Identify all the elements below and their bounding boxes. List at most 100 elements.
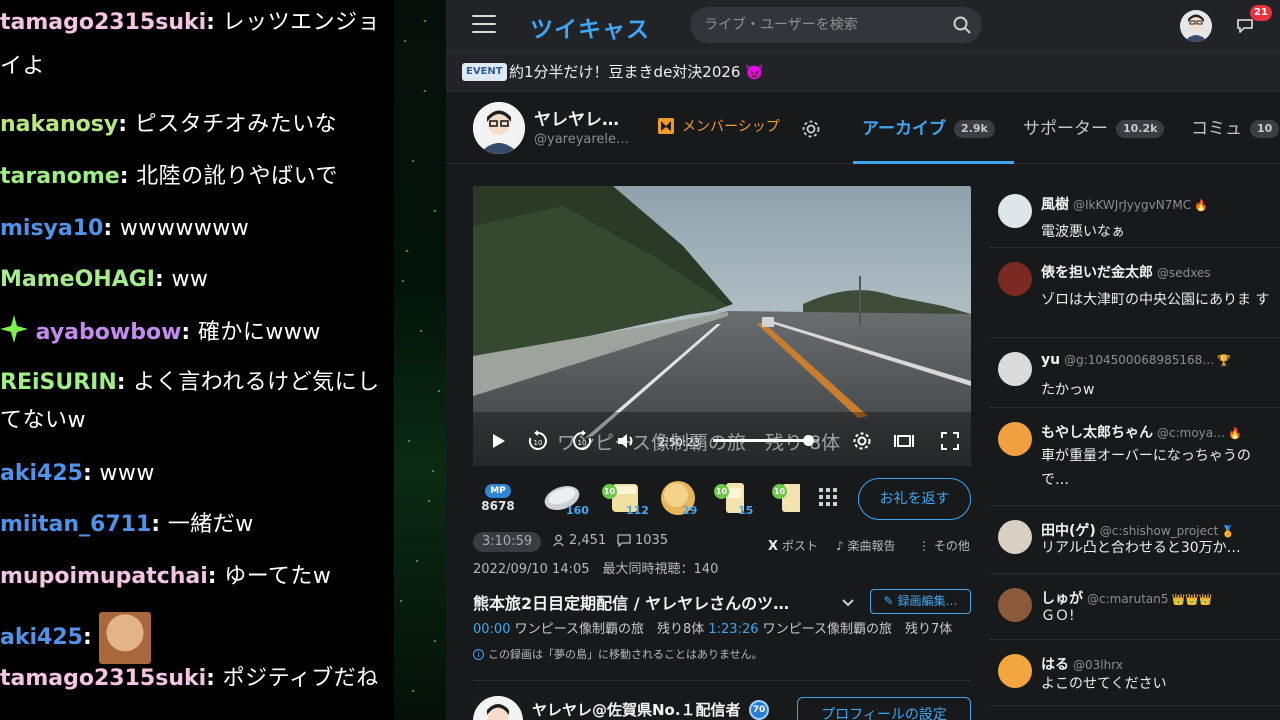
edit-recording-button[interactable]: ✎ 録画編集… (870, 589, 971, 614)
site-logo[interactable]: ツイキャス (530, 10, 650, 44)
comment-handle: @sedxes (1157, 266, 1211, 280)
starfield-background (394, 0, 446, 720)
hamburger-menu-icon[interactable] (472, 15, 496, 35)
overlay-chat-line: miitan_6711: 一緒だw (0, 512, 254, 537)
overlay-username: taranome (0, 164, 120, 189)
comment-avatar[interactable] (998, 262, 1032, 296)
user-handle: @yareyarele… (534, 132, 630, 147)
comment-author[interactable]: 俵を担いだ金太郎 @sedxes (1041, 262, 1211, 282)
comment-item[interactable]: はる @03lhrx よこのせてください (989, 640, 1280, 706)
tab-count: 10 (1250, 120, 1280, 138)
owner-avatar[interactable] (473, 696, 523, 720)
comment-author[interactable]: もやし太郎ちゃん @c:moya… 🔥 (1041, 422, 1242, 442)
play-icon[interactable] (487, 430, 509, 452)
mp-value: 8678 (481, 499, 515, 513)
comment-avatar[interactable] (998, 422, 1032, 456)
comment-author[interactable]: yu @g:104500068985168… 🏆 (1041, 352, 1231, 368)
event-banner[interactable]: EVENT 約1分半だけ！豆まきde対決2026 👿 (446, 52, 1280, 92)
video-player[interactable]: ワンピース像制覇の旅 残り 8体 10 10 2:50:23 (473, 186, 971, 466)
search-box[interactable] (690, 7, 982, 43)
forward-10-icon[interactable]: 10 (571, 430, 593, 452)
membership-button[interactable]: メンバーシップ (656, 116, 780, 136)
comment-avatar[interactable] (998, 194, 1032, 228)
overlay-message: wwwwwww (119, 216, 250, 241)
overlay-username: aki425 (0, 625, 83, 650)
return-thanks-button[interactable]: お礼を返す (858, 478, 971, 520)
grid-menu-icon[interactable] (818, 487, 838, 507)
stream-title[interactable]: 熊本旅2日目定期配信 / ヤレヤレさんのツ… (473, 590, 823, 614)
x-icon: X (768, 539, 779, 554)
star-dot (432, 470, 434, 472)
chapter-time[interactable]: 00:00 (473, 622, 510, 637)
settings-icon[interactable] (851, 430, 873, 452)
profile-settings-button[interactable]: プロフィールの設定 (797, 697, 971, 720)
more-vertical-icon: ⋮ (918, 539, 930, 553)
rewind-10-icon[interactable]: 10 (527, 430, 549, 452)
comment-text: 電波悪いなぁ (1041, 224, 1125, 240)
chevron-down-icon[interactable] (840, 594, 856, 610)
stream-chat-overlay: tamago2315suki: レッツエンジョ イよ nakanosy: ピスタチオ… (0, 0, 394, 720)
mp-label: MP (485, 484, 511, 498)
star-dot (408, 440, 410, 442)
sparkle-icon (0, 315, 28, 343)
progress-bar[interactable] (713, 435, 819, 446)
comment-author[interactable]: 風樹 @IkKWJrJyygvN7MC 🔥 (1041, 194, 1208, 214)
comment-avatar[interactable] (998, 588, 1032, 622)
gift-partial[interactable]: 10 (772, 478, 800, 518)
comment-author[interactable]: はる @03lhrx (1041, 654, 1123, 674)
theater-mode-icon[interactable] (893, 430, 915, 452)
search-input[interactable] (704, 15, 944, 35)
comment-item[interactable]: 田中(ゲ)@c:shishow_project🏅 (989, 706, 1280, 720)
tab-count: 10.2k (1116, 120, 1165, 138)
comment-text: よこのせてください (1041, 676, 1167, 692)
person-icon (553, 534, 564, 547)
overlay-username: miitan_6711 (0, 512, 152, 537)
comment-item[interactable]: 俵を担いだ金太郎 @sedxes ゾロは大津町の中央公園にありま す (989, 248, 1280, 338)
overlay-chat-line: misya10: wwwwwww (0, 216, 250, 241)
comment-item[interactable]: 風樹 @IkKWJrJyygvN7MC 🔥 電波悪いなぁ (989, 180, 1280, 248)
user-name[interactable]: ヤレヤレ… (534, 105, 619, 130)
comment-item[interactable]: もやし太郎ちゃん @c:moya… 🔥 車が重量オーバーになっちゃうの で… (989, 408, 1280, 506)
comment-avatar[interactable] (998, 520, 1032, 554)
owner-name[interactable]: ヤレヤレ@佐賀県No.１配信者 (532, 699, 741, 720)
comment-text: たかっw (1041, 382, 1095, 398)
top-bar: ツイキャス 21 (446, 0, 1280, 52)
gear-icon[interactable] (800, 118, 822, 140)
star-dot (420, 330, 422, 332)
star-dot (434, 640, 436, 642)
search-icon[interactable] (952, 15, 972, 35)
overlay-chat-line: ayabowbow: 確かにwww (0, 315, 394, 349)
comment-avatar[interactable] (998, 654, 1032, 688)
overlay-message: ww (171, 267, 209, 292)
song-report-link[interactable]: ♪ 楽曲報告 (836, 537, 896, 554)
gift-senbei[interactable]: 29 (658, 478, 702, 518)
broadcast-date: 2022/09/10 14:05 最大同時視聴：140 (473, 562, 719, 577)
user-header: ヤレヤレ… @yareyarele… メンバーシップ アーカイブ 2.9k サポー… (446, 92, 1280, 164)
tab-supporters[interactable]: サポーター 10.2k (1023, 114, 1165, 139)
active-tab-indicator (853, 161, 1014, 164)
overlay-message: 確かにwww (197, 320, 321, 345)
gift-tea-cup[interactable]: 10 112 (602, 478, 649, 518)
overlay-username: MameOHAGI (0, 267, 155, 292)
gift-rice-cracker[interactable]: 160 (542, 478, 589, 518)
overlay-message: ゆーてたw (224, 564, 332, 589)
more-link[interactable]: ⋮ その他 (918, 537, 970, 554)
comment-item[interactable]: しゅが @c:marutan5 👑👑👑 ＧＯ! (989, 574, 1280, 640)
chapter-time[interactable]: 1:23:26 (708, 622, 758, 637)
account-avatar[interactable] (1180, 10, 1212, 42)
tab-archive[interactable]: アーカイブ 2.9k (862, 114, 995, 139)
comment-avatar[interactable] (998, 352, 1032, 386)
event-text[interactable]: 約1分半だけ！豆まきde対決2026 👿 (509, 61, 764, 82)
user-avatar[interactable] (473, 102, 525, 154)
share-x-link[interactable]: X ポスト (768, 537, 818, 554)
event-tag: EVENT (462, 63, 507, 81)
tab-community[interactable]: コミュ 10 (1191, 114, 1280, 139)
chapter-list: 00:00 ワンピース像制覇の旅 残り8体 1:23:26 ワンピース像制覇の旅… (473, 618, 971, 637)
overlay-message: イよ (0, 54, 46, 79)
volume-icon[interactable] (615, 430, 637, 452)
gift-juice[interactable]: 10 15 (714, 478, 758, 518)
comment-item[interactable]: 田中(ゲ) @c:shishow_project 🏅 リアル凸と合わせると30万か… (989, 506, 1280, 574)
comment-item[interactable]: yu @g:104500068985168… 🏆 たかっw (989, 338, 1280, 408)
fullscreen-icon[interactable] (939, 430, 961, 452)
mp-badge[interactable]: MP 8678 (481, 484, 515, 513)
